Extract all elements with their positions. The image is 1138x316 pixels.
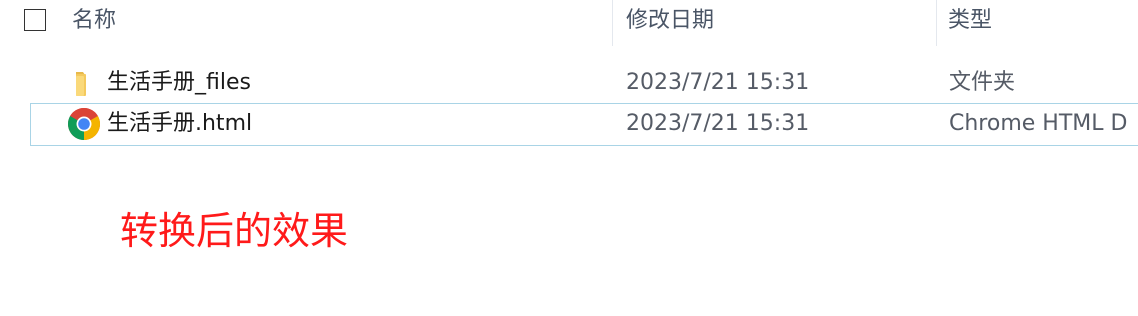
column-divider[interactable] (936, 0, 937, 46)
folder-icon (76, 72, 86, 96)
column-header-name[interactable]: 名称 (72, 0, 610, 46)
chrome-icon (67, 107, 101, 140)
file-type: Chrome HTML D (949, 111, 1128, 136)
file-date-modified: 2023/7/21 15:31 (626, 111, 810, 136)
file-row-folder[interactable]: 生活手册_files 2023/7/21 15:31 文件夹 (30, 62, 1138, 102)
file-type: 文件夹 (949, 70, 1016, 95)
file-name: 生活手册_files (107, 70, 251, 95)
file-name: 生活手册.html (107, 111, 253, 136)
column-divider[interactable] (612, 0, 613, 46)
file-row-html[interactable]: 生活手册.html 2023/7/21 15:31 Chrome HTML D (30, 103, 1138, 146)
column-header-bar: 名称 修改日期 类型 (0, 0, 1138, 46)
file-date-modified: 2023/7/21 15:31 (626, 70, 810, 95)
select-all-checkbox[interactable] (24, 9, 46, 31)
column-header-date-modified[interactable]: 修改日期 (626, 0, 936, 46)
annotation-text: 转换后的效果 (120, 209, 349, 253)
column-header-type[interactable]: 类型 (948, 0, 1138, 46)
